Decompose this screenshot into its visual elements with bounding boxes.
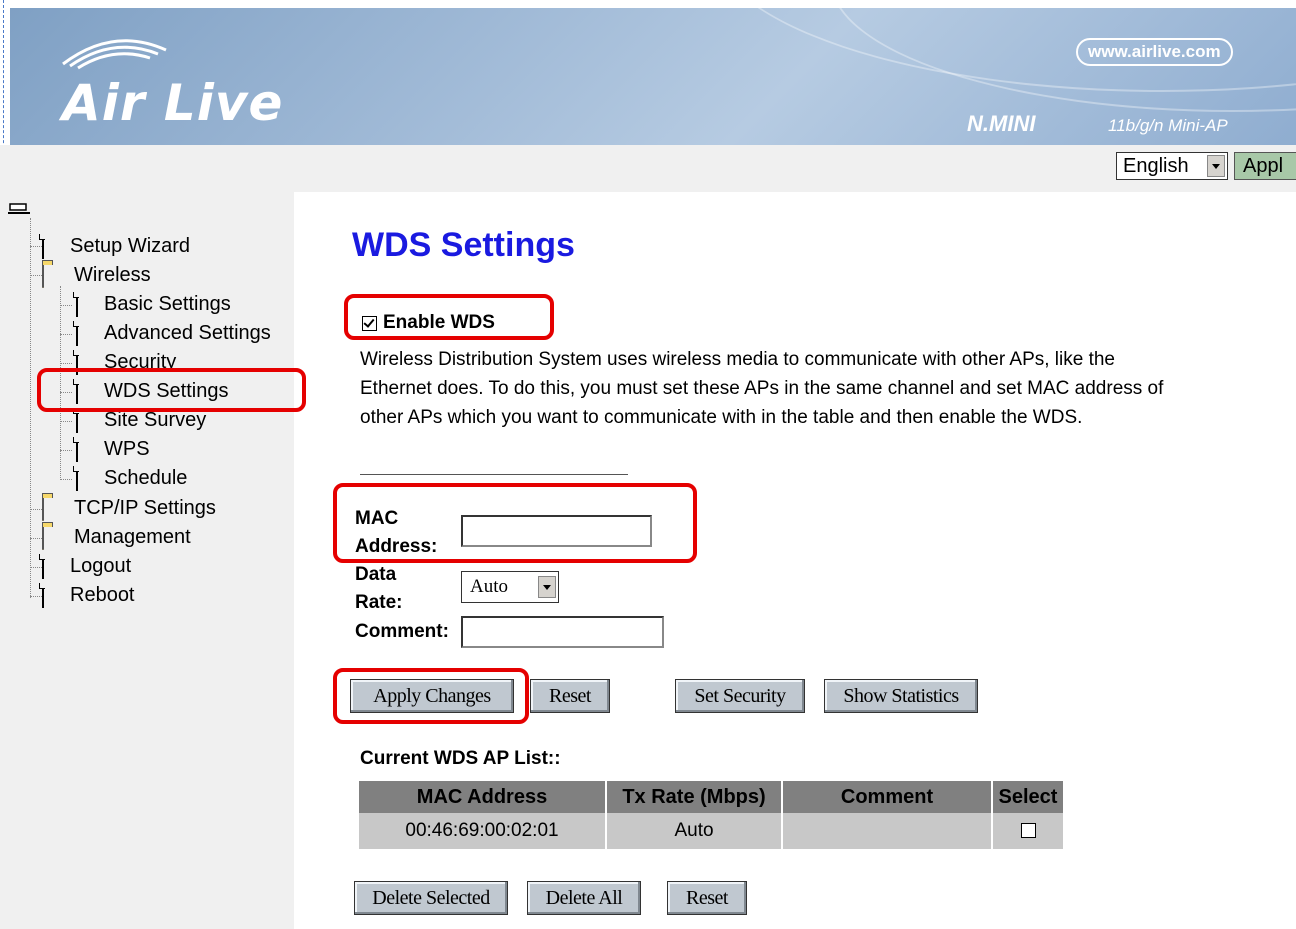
sidebar-item-label: Logout <box>70 554 132 577</box>
website-link[interactable]: www.airlive.com <box>1076 38 1233 66</box>
data-rate-select[interactable]: Auto <box>461 571 559 603</box>
network-root-icon <box>8 203 30 214</box>
wds-list-title: Current WDS AP List:: <box>360 748 561 769</box>
column-header-select: Select <box>993 781 1063 813</box>
document-icon <box>42 555 44 579</box>
delete-selected-button[interactable]: Delete Selected <box>354 881 508 915</box>
sidebar-item-label: Management <box>74 525 191 548</box>
document-icon <box>42 235 44 259</box>
sidebar-item-label: Schedule <box>104 466 188 489</box>
airlive-logo: Air Live <box>62 74 284 132</box>
show-statistics-button[interactable]: Show Statistics <box>824 679 978 713</box>
column-header-mac: MAC Address <box>359 781 605 813</box>
table-header-row: MAC Address Tx Rate (Mbps) Comment Selec… <box>359 781 1063 813</box>
rate-label-line1: Data <box>355 564 397 585</box>
highlight-enable-wds <box>344 294 554 340</box>
document-icon <box>76 322 78 346</box>
language-bar <box>0 145 1296 192</box>
cell-rate: Auto <box>607 813 781 849</box>
rate-label-line2: Rate: <box>355 592 403 613</box>
document-icon <box>76 467 78 491</box>
divider <box>360 474 628 475</box>
tree-line <box>30 596 42 597</box>
language-value: English <box>1123 154 1189 177</box>
model-description: 11b/g/n Mini-AP <box>1108 116 1228 135</box>
sidebar-item-reboot[interactable]: Reboot <box>42 581 135 609</box>
language-apply-button[interactable]: Appl <box>1234 152 1296 180</box>
wds-ap-table: MAC Address Tx Rate (Mbps) Comment Selec… <box>357 781 1065 849</box>
delete-all-button[interactable]: Delete All <box>527 881 641 915</box>
highlight-wds-settings <box>37 368 306 412</box>
sidebar-item-schedule[interactable]: Schedule <box>76 464 187 492</box>
wifi-waves-icon <box>62 39 167 70</box>
sidebar-item-basic-settings[interactable]: Basic Settings <box>76 290 231 318</box>
tree-line <box>60 421 72 422</box>
sidebar-item-tcpip-settings[interactable]: TCP/IP Settings <box>42 494 216 522</box>
highlight-mac-address <box>333 483 697 563</box>
comment-label: Comment: <box>355 621 449 642</box>
document-icon <box>76 409 78 433</box>
sidebar-item-management[interactable]: Management <box>42 523 191 551</box>
tree-line <box>30 567 42 568</box>
tree-line <box>30 275 42 276</box>
sidebar-item-label: Setup Wizard <box>70 234 191 257</box>
header-banner: Air Live www.airlive.com N.MINI 11b/g/n … <box>10 8 1296 145</box>
comment-input[interactable] <box>461 616 664 648</box>
tree-line <box>30 509 42 510</box>
tree-line <box>30 246 42 247</box>
sidebar-item-label: TCP/IP Settings <box>74 496 216 519</box>
tree-line <box>60 305 72 306</box>
language-select[interactable]: English <box>1116 152 1228 180</box>
sidebar-item-label: Basic Settings <box>104 292 231 315</box>
document-icon <box>76 438 78 462</box>
model-name: N.MINI <box>967 111 1036 136</box>
folder-icon <box>42 526 44 550</box>
sidebar-item-advanced-settings[interactable]: Advanced Settings <box>76 319 271 347</box>
data-rate-label: Data Rate: <box>355 561 403 617</box>
sidebar-item-logout[interactable]: Logout <box>42 552 131 580</box>
wds-description: Wireless Distribution System uses wirele… <box>360 349 1164 428</box>
set-security-button[interactable]: Set Security <box>675 679 805 713</box>
sidebar-item-label: Reboot <box>70 583 135 606</box>
sidebar-item-wireless[interactable]: Wireless <box>42 261 151 289</box>
folder-icon <box>42 497 44 521</box>
column-header-tx-rate: Tx Rate (Mbps) <box>607 781 781 813</box>
highlight-apply-changes <box>333 668 529 724</box>
sidebar-item-label: WPS <box>104 437 150 460</box>
reset-button[interactable]: Reset <box>530 679 610 713</box>
document-icon <box>76 293 78 317</box>
page-title: WDS Settings <box>352 226 575 264</box>
cell-mac: 00:46:69:00:02:01 <box>359 813 605 849</box>
column-header-comment: Comment <box>783 781 991 813</box>
data-rate-value: Auto <box>470 576 508 597</box>
sidebar-item-label: Advanced Settings <box>104 321 271 344</box>
row-select-checkbox[interactable] <box>1020 823 1036 839</box>
sidebar-item-wps[interactable]: WPS <box>76 435 150 463</box>
sidebar-item-label: Wireless <box>74 263 151 286</box>
table-row: 00:46:69:00:02:01 Auto <box>359 813 1063 849</box>
tree-line <box>60 479 72 480</box>
page: Air Live www.airlive.com N.MINI 11b/g/n … <box>0 0 1296 929</box>
document-icon <box>42 584 44 608</box>
cell-select <box>993 813 1063 849</box>
list-reset-button[interactable]: Reset <box>667 881 747 915</box>
tree-line <box>60 450 72 451</box>
chevron-down-icon[interactable] <box>1207 155 1225 177</box>
sidebar-item-setup-wizard[interactable]: Setup Wizard <box>42 232 190 260</box>
tree-line <box>30 538 42 539</box>
chevron-down-icon[interactable] <box>538 576 556 598</box>
open-folder-icon <box>42 264 44 288</box>
cell-comment <box>783 813 991 849</box>
tree-line <box>60 363 72 364</box>
tree-line <box>60 334 72 335</box>
